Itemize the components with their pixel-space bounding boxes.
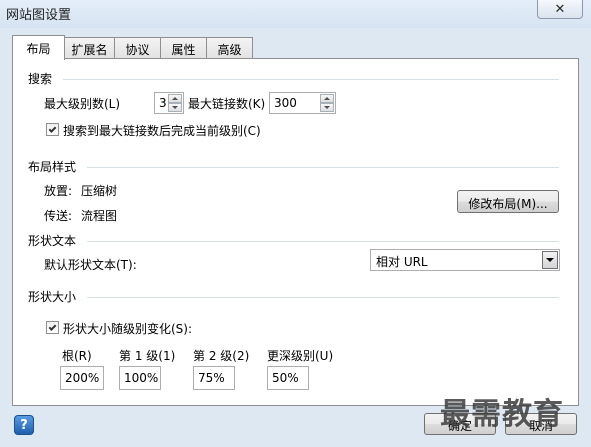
tab-attributes[interactable]: 属性 — [160, 37, 207, 58]
level-deeper-label: 更深级别(U) — [267, 349, 334, 363]
default-shape-text-label: 默认形状文本(T): — [44, 258, 137, 272]
level-2-field[interactable]: 75% — [193, 366, 235, 390]
complete-level-checkbox[interactable] — [46, 123, 59, 136]
max-level-label: 最大级别数(L) — [44, 97, 121, 111]
section-divider — [87, 297, 559, 298]
level-2-value[interactable]: 75% — [198, 371, 225, 385]
tab-label: 协议 — [125, 43, 150, 57]
tab-label: 布局 — [26, 42, 51, 56]
tab-label: 高级 — [217, 43, 242, 57]
max-links-label: 最大链接数(K) — [188, 97, 266, 111]
vary-size-label[interactable]: 形状大小随级别变化(S): — [63, 320, 192, 337]
max-links-stepper[interactable]: 300 — [269, 92, 336, 114]
complete-level-label[interactable]: 搜索到最大链接数后完成当前级别(C) — [63, 122, 261, 139]
placement-label: 放置: — [44, 184, 73, 198]
chevron-up-icon[interactable] — [168, 94, 182, 103]
chevron-down-icon[interactable] — [542, 251, 558, 269]
chevron-down-icon[interactable] — [168, 103, 182, 112]
level-1-field[interactable]: 100% — [119, 366, 161, 390]
placement-value: 压缩树 — [81, 184, 118, 198]
max-links-value[interactable]: 300 — [274, 96, 297, 110]
search-heading: 搜索 — [28, 72, 53, 86]
close-icon: ✕ — [554, 1, 566, 17]
routing-label: 传送: — [44, 209, 73, 223]
vary-size-checkbox[interactable] — [46, 321, 59, 334]
routing-value: 流程图 — [81, 209, 118, 223]
close-button[interactable]: ✕ — [537, 0, 583, 19]
tab-advanced[interactable]: 高级 — [206, 37, 253, 58]
section-divider — [87, 167, 559, 168]
shape-text-heading: 形状文本 — [28, 234, 77, 248]
level-2-label: 第 2 级(2) — [193, 349, 250, 363]
tab-protocols[interactable]: 协议 — [114, 37, 161, 58]
default-shape-text-value: 相对 URL — [376, 255, 428, 269]
layout-panel: 搜索 最大级别数(L) 3 最大链接数(K) 300 搜索到最大链接数后完成当前… — [12, 58, 579, 406]
help-icon[interactable]: ? — [14, 415, 34, 435]
level-1-label: 第 1 级(1) — [119, 349, 176, 363]
max-level-stepper[interactable]: 3 — [154, 92, 184, 114]
checkmark-icon — [48, 124, 57, 133]
title-bar: 网站图设置 — [0, 0, 591, 28]
level-1-value[interactable]: 100% — [124, 371, 158, 385]
max-level-value[interactable]: 3 — [159, 96, 167, 110]
section-divider — [63, 79, 559, 80]
level-root-field[interactable]: 200% — [60, 366, 104, 390]
tab-layout[interactable]: 布局 — [12, 35, 65, 60]
level-root-value[interactable]: 200% — [65, 371, 99, 385]
chevron-up-icon[interactable] — [320, 94, 334, 103]
modify-layout-label: 修改布局(M)... — [468, 197, 548, 211]
checkmark-icon — [48, 322, 57, 331]
help-glyph: ? — [20, 417, 28, 433]
window-title: 网站图设置 — [6, 8, 72, 23]
modify-layout-button[interactable]: 修改布局(M)... — [457, 190, 559, 213]
level-deeper-field[interactable]: 50% — [267, 366, 309, 390]
chevron-down-icon[interactable] — [320, 103, 334, 112]
layout-style-heading: 布局样式 — [28, 160, 77, 174]
tab-label: 属性 — [171, 43, 196, 57]
level-deeper-value[interactable]: 50% — [272, 371, 299, 385]
watermark-text: 最需教育 — [440, 397, 564, 432]
section-divider — [87, 241, 559, 242]
tab-extensions[interactable]: 扩展名 — [64, 37, 115, 58]
tab-label: 扩展名 — [71, 43, 108, 57]
level-root-label: 根(R) — [62, 349, 92, 363]
default-shape-text-select[interactable]: 相对 URL — [370, 249, 560, 271]
shape-size-heading: 形状大小 — [28, 290, 77, 304]
